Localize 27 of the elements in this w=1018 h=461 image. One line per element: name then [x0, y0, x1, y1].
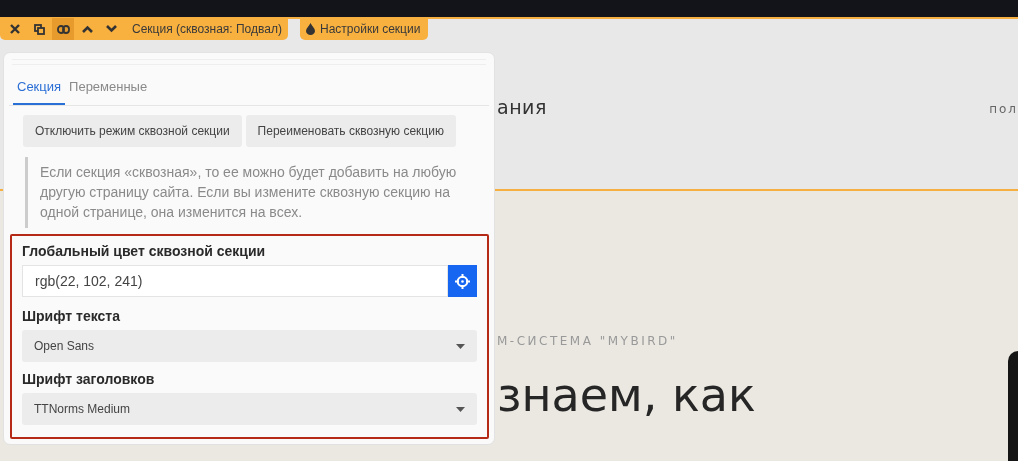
color-picker-button[interactable] — [448, 265, 477, 297]
caret-icon — [456, 406, 465, 412]
chevron-down-icon — [105, 25, 117, 33]
caret-icon — [456, 343, 465, 349]
eyebrow-text: М-СИСТЕМА "MYBIRD" — [497, 334, 679, 348]
link-button[interactable] — [52, 18, 74, 40]
chevron-up-icon — [81, 25, 93, 33]
section-settings-button[interactable]: Настройки секции — [304, 22, 423, 36]
field-label: Глобальный цвет сквозной секции — [22, 243, 267, 259]
field-label: Шрифт текста — [22, 308, 121, 324]
nav-link[interactable]: пол — [989, 102, 1018, 116]
color-field[interactable]: rgb(22, 102, 241) — [22, 265, 448, 297]
crosshair-icon — [455, 273, 470, 289]
action-button[interactable]: Отключить режим сквозной секции — [23, 115, 242, 147]
header-text: ания — [497, 96, 547, 118]
info-note: Если секция «сквозная», то ее можно будет добавить на любую другую страницу сайта. Если вы измените сквозную секцию на одной странице, она изменится на всех. — [25, 157, 479, 228]
font-select[interactable]: Open Sans — [22, 330, 477, 362]
font-select[interactable]: TTNorms Medium — [22, 393, 477, 425]
copy-icon — [33, 23, 45, 35]
close-icon — [10, 24, 20, 34]
link-icon — [56, 24, 70, 34]
section-label: Секция (сквозная: Подвал) — [132, 22, 282, 36]
droplet-icon — [306, 23, 315, 35]
panel-tab[interactable]: Секция — [13, 75, 66, 105]
headline: знаем, как — [497, 367, 756, 424]
field-label: Шрифт заголовков — [22, 371, 156, 387]
action-button[interactable]: Переименовать сквозную секцию — [245, 115, 456, 147]
